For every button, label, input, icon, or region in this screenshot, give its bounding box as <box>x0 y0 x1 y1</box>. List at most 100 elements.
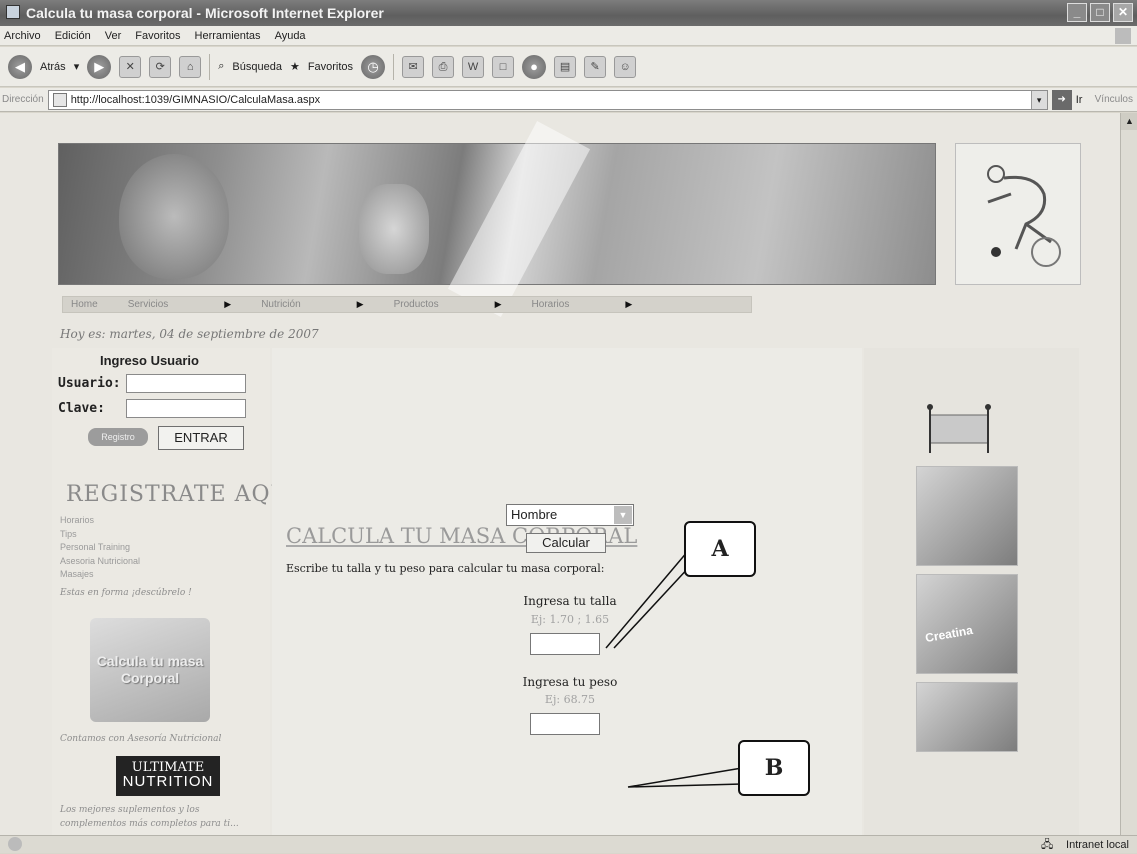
nutrition-note: Contamos con Asesoría Nutricional <box>60 734 222 744</box>
supplement-pills-image[interactable] <box>916 466 1018 566</box>
stop-icon[interactable]: ✕ <box>119 55 142 78</box>
address-bar: Dirección http://localhost:1039/GIMNASIO… <box>0 88 1137 112</box>
creatine-product-image[interactable]: Creatina <box>916 574 1018 674</box>
search-label[interactable]: Búsqueda <box>232 61 282 73</box>
scroll-up-icon[interactable]: ▲ <box>1121 113 1137 130</box>
favorites-label[interactable]: Favoritos <box>308 61 353 73</box>
nav-item-label[interactable]: Horarios <box>532 299 570 310</box>
minimize-icon[interactable]: _ <box>1067 3 1087 22</box>
menu-ver[interactable]: Ver <box>105 26 122 45</box>
supplements-note-2: complementos más completos para ti... <box>60 819 239 829</box>
browser-toolbar: ◀ Atrás ▾ ▶ ✕ ⟳ ⌂ ⌕ Búsqueda ★ Favoritos… <box>0 47 1137 87</box>
gender-value[interactable]: Hombre <box>511 507 557 522</box>
users-icon[interactable]: ☺ <box>614 55 637 78</box>
forward-arrow-icon[interactable]: ▶ <box>87 54 112 79</box>
calc-mass-badge[interactable]: Calcula tu masa Corporal <box>90 618 210 722</box>
intranet-zone-icon: 🖧 <box>1041 839 1054 851</box>
history-icon[interactable]: ◷ <box>361 54 386 79</box>
calculate-button[interactable]: Calcular <box>526 533 606 553</box>
menu-edicion[interactable]: Edición <box>55 26 91 45</box>
address-url[interactable]: http://localhost:1039/GIMNASIO/CalculaMa… <box>71 94 320 106</box>
brand-line-2: NUTRITION <box>122 773 214 790</box>
windows-logo-icon <box>1115 28 1131 44</box>
nav-item-servicios[interactable]: Servicios ▶ <box>120 299 254 310</box>
zone-text: Intranet local <box>1066 839 1129 851</box>
product-label: Creatina <box>924 622 974 646</box>
chevron-down-icon[interactable]: ▼ <box>614 506 632 524</box>
user-label: Usuario: <box>58 376 121 391</box>
nav-item-label[interactable]: Nutrición <box>261 299 300 310</box>
side-menu-item[interactable]: Masajes <box>60 568 140 582</box>
nav-item-label[interactable]: Home <box>71 299 98 310</box>
side-menu-item[interactable]: Asesoria Nutricional <box>60 555 140 569</box>
window-titlebar: Calcula tu masa corporal - Microsoft Int… <box>0 0 1137 26</box>
status-page-icon <box>8 837 22 851</box>
main-nav: Home Servicios ▶ Nutrición ▶ Productos ▶… <box>62 296 752 313</box>
go-arrow-icon[interactable]: ➜ <box>1051 89 1072 110</box>
weight-input[interactable] <box>530 713 600 735</box>
menu-bar: Archivo Edición Ver Favoritos Herramient… <box>0 26 1137 46</box>
mail-icon[interactable]: ✉ <box>402 55 425 78</box>
toolbar-divider <box>209 53 211 80</box>
callout-b: B <box>738 740 810 796</box>
word-edit-icon[interactable]: W <box>462 55 485 78</box>
nav-item-horarios[interactable]: Horarios ▶ <box>524 299 655 310</box>
password-input[interactable] <box>126 399 246 418</box>
height-input[interactable] <box>530 633 600 655</box>
register-heading[interactable]: REGISTRATE AQUI <box>66 482 300 507</box>
address-input[interactable]: http://localhost:1039/GIMNASIO/CalculaMa… <box>47 89 1048 110</box>
links-label[interactable]: Vínculos <box>1095 94 1137 105</box>
current-date: Hoy es: martes, 04 de septiembre de 2007 <box>60 327 319 341</box>
vertical-scrollbar[interactable]: ▲ <box>1120 113 1137 835</box>
scroll-banner-icon <box>927 404 991 453</box>
supplement-capsules-image[interactable] <box>916 682 1018 752</box>
submenu-arrow-icon[interactable]: ▶ <box>495 299 502 310</box>
submenu-arrow-icon[interactable]: ▶ <box>357 299 364 310</box>
ultimate-nutrition-logo[interactable]: ULTIMATE NUTRITION <box>116 756 220 796</box>
address-dropdown-icon[interactable]: ▾ <box>1030 90 1047 109</box>
menu-favoritos[interactable]: Favoritos <box>135 26 180 45</box>
banner-light-stripe <box>447 121 591 317</box>
header-banner-image <box>58 121 936 317</box>
back-dropdown-icon[interactable]: ▾ <box>74 60 80 73</box>
submenu-arrow-icon[interactable]: ▶ <box>224 299 231 310</box>
form-description: Escribe tu talla y tu peso para calcular… <box>286 562 605 575</box>
nav-item-label[interactable]: Servicios <box>128 299 169 310</box>
discuss-icon[interactable]: □ <box>492 55 515 78</box>
callout-a: A <box>684 521 756 577</box>
right-sidebar: Creatina <box>864 348 1079 835</box>
nav-item-productos[interactable]: Productos ▶ <box>386 299 524 310</box>
go-label[interactable]: Ir <box>1076 94 1083 106</box>
submenu-arrow-icon[interactable]: ▶ <box>625 299 632 310</box>
side-menu-item[interactable]: Horarios <box>60 514 140 528</box>
nav-item-home[interactable]: Home <box>63 299 120 310</box>
nav-item-label[interactable]: Productos <box>394 299 439 310</box>
menu-herramientas[interactable]: Herramientas <box>195 26 261 45</box>
login-title: Ingreso Usuario <box>100 353 199 368</box>
menu-ayuda[interactable]: Ayuda <box>275 26 306 45</box>
back-arrow-icon[interactable]: ◀ <box>8 54 32 79</box>
tool-icon[interactable]: ✎ <box>584 55 607 78</box>
refresh-icon[interactable]: ⟳ <box>149 55 172 78</box>
maximize-icon[interactable]: □ <box>1090 3 1110 22</box>
search-icon[interactable]: ⌕ <box>218 60 224 73</box>
print-icon[interactable]: ⎙ <box>432 55 455 78</box>
side-menu-item[interactable]: Personal Training <box>60 541 140 555</box>
home-icon[interactable]: ⌂ <box>179 55 202 78</box>
height-hint: Ej: 1.70 ; 1.65 <box>530 613 610 626</box>
side-menu-item[interactable]: Tips <box>60 528 140 542</box>
close-icon[interactable]: ✕ <box>1113 3 1133 22</box>
favorites-star-icon[interactable]: ★ <box>290 60 300 73</box>
back-label[interactable]: Atrás <box>40 61 66 73</box>
research-icon[interactable]: ▤ <box>554 55 577 78</box>
nav-item-nutricion[interactable]: Nutrición ▶ <box>253 299 385 310</box>
user-input[interactable] <box>126 374 246 393</box>
cyclist-icon <box>987 165 1061 267</box>
gender-select[interactable]: Hombre ▼ <box>506 504 634 526</box>
badge-line-2: Corporal <box>120 670 180 686</box>
menu-archivo[interactable]: Archivo <box>4 26 41 45</box>
register-button[interactable]: Registro <box>88 428 148 446</box>
messenger-icon[interactable]: ● <box>522 54 547 79</box>
login-button[interactable]: ENTRAR <box>158 426 244 450</box>
banner-hand-figure <box>359 184 429 274</box>
